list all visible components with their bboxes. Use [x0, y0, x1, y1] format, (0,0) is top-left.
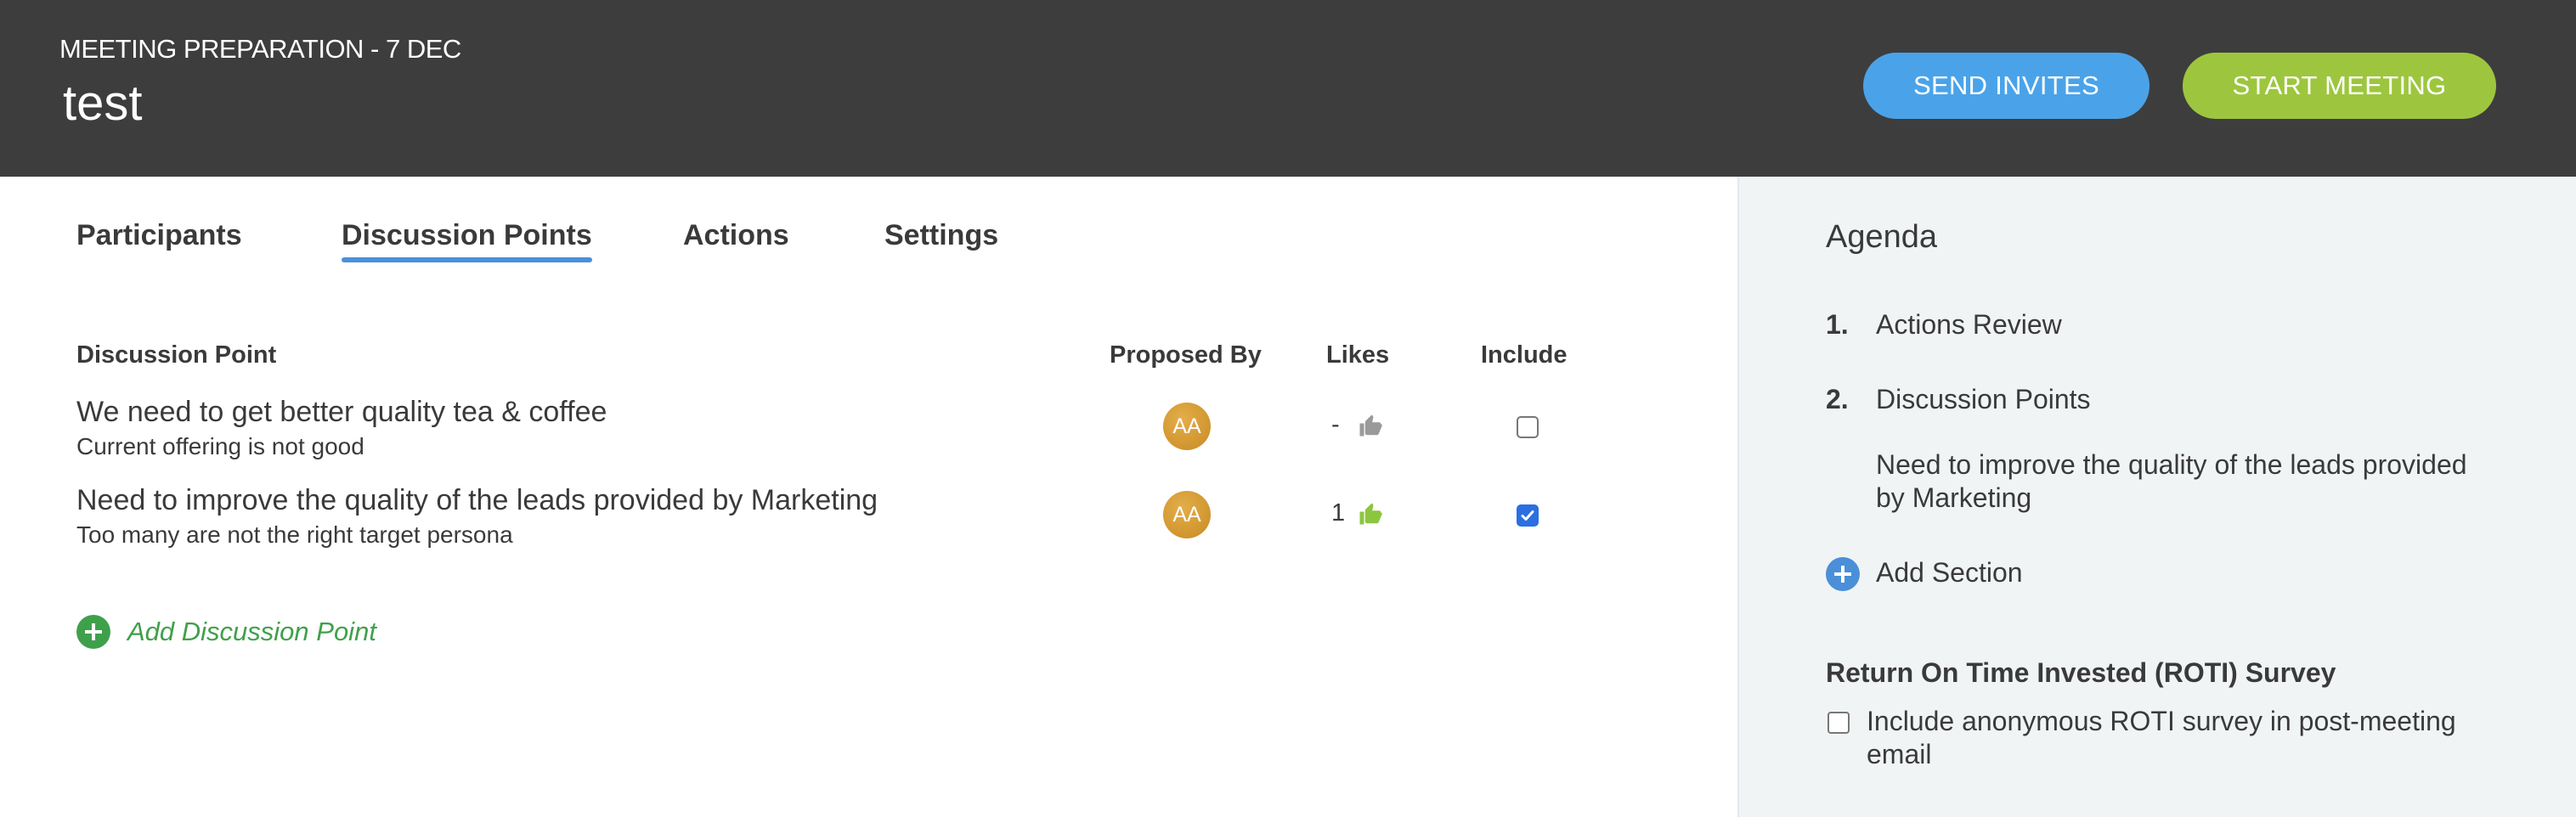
main-panel: Participants Discussion Points Actions S…	[0, 177, 1737, 817]
tab-actions[interactable]: Actions	[683, 219, 789, 252]
meeting-subtitle: MEETING PREPARATION - 7 DEC	[59, 34, 461, 64]
include-checkbox[interactable]	[1517, 416, 1539, 438]
tab-settings[interactable]: Settings	[884, 219, 998, 252]
tab-discussion-points[interactable]: Discussion Points	[342, 219, 592, 262]
agenda-item-discussion-points[interactable]: Discussion Points	[1876, 384, 2091, 415]
checkmark-icon	[1521, 510, 1534, 521]
discussion-point-description: Too many are not the right target person…	[76, 521, 513, 548]
likes-count: 1	[1331, 499, 1346, 527]
plus-circle-icon	[1826, 557, 1860, 591]
send-invites-button[interactable]: SEND INVITES	[1863, 53, 2149, 119]
add-section-label: Add Section	[1876, 557, 2023, 588]
avatar: AA	[1163, 403, 1211, 450]
header-bar: MEETING PREPARATION - 7 DEC test SEND IN…	[0, 0, 2576, 177]
likes-count: -	[1331, 411, 1340, 438]
column-header-discussion-point: Discussion Point	[76, 341, 277, 369]
table-row: Need to improve the quality of the leads…	[0, 484, 1737, 569]
agenda-item-number: 2.	[1826, 384, 1849, 414]
discussion-point-title[interactable]: Need to improve the quality of the leads…	[76, 484, 878, 517]
roti-survey-checkbox[interactable]	[1827, 712, 1850, 734]
thumbs-up-icon[interactable]	[1358, 501, 1383, 527]
roti-survey-label[interactable]: Include anonymous ROTI survey in post-me…	[1867, 705, 2478, 771]
include-checkbox[interactable]	[1517, 504, 1539, 527]
agenda-item-actions-review[interactable]: Actions Review	[1876, 309, 2062, 341]
agenda-sidebar: Agenda 1. Actions Review 2. Discussion P…	[1737, 177, 2576, 817]
thumbs-up-icon[interactable]	[1358, 413, 1383, 438]
discussion-point-title[interactable]: We need to get better quality tea & coff…	[76, 396, 607, 429]
discussion-point-description: Current offering is not good	[76, 433, 364, 459]
column-header-include: Include	[1481, 341, 1568, 369]
avatar: AA	[1163, 491, 1211, 538]
meeting-title: test	[63, 76, 143, 131]
column-header-likes: Likes	[1326, 341, 1390, 369]
agenda-title: Agenda	[1826, 219, 1938, 255]
start-meeting-button[interactable]: START MEETING	[2183, 53, 2496, 119]
roti-survey-title: Return On Time Invested (ROTI) Survey	[1826, 657, 2336, 688]
plus-circle-icon	[76, 615, 110, 649]
column-header-proposed-by: Proposed By	[1110, 341, 1262, 369]
agenda-sub-item[interactable]: Need to improve the quality of the leads…	[1876, 448, 2471, 515]
add-discussion-point-label: Add Discussion Point	[127, 617, 376, 646]
tab-participants[interactable]: Participants	[76, 219, 242, 252]
table-row: We need to get better quality tea & coff…	[0, 396, 1737, 481]
agenda-item-number: 1.	[1826, 309, 1849, 340]
